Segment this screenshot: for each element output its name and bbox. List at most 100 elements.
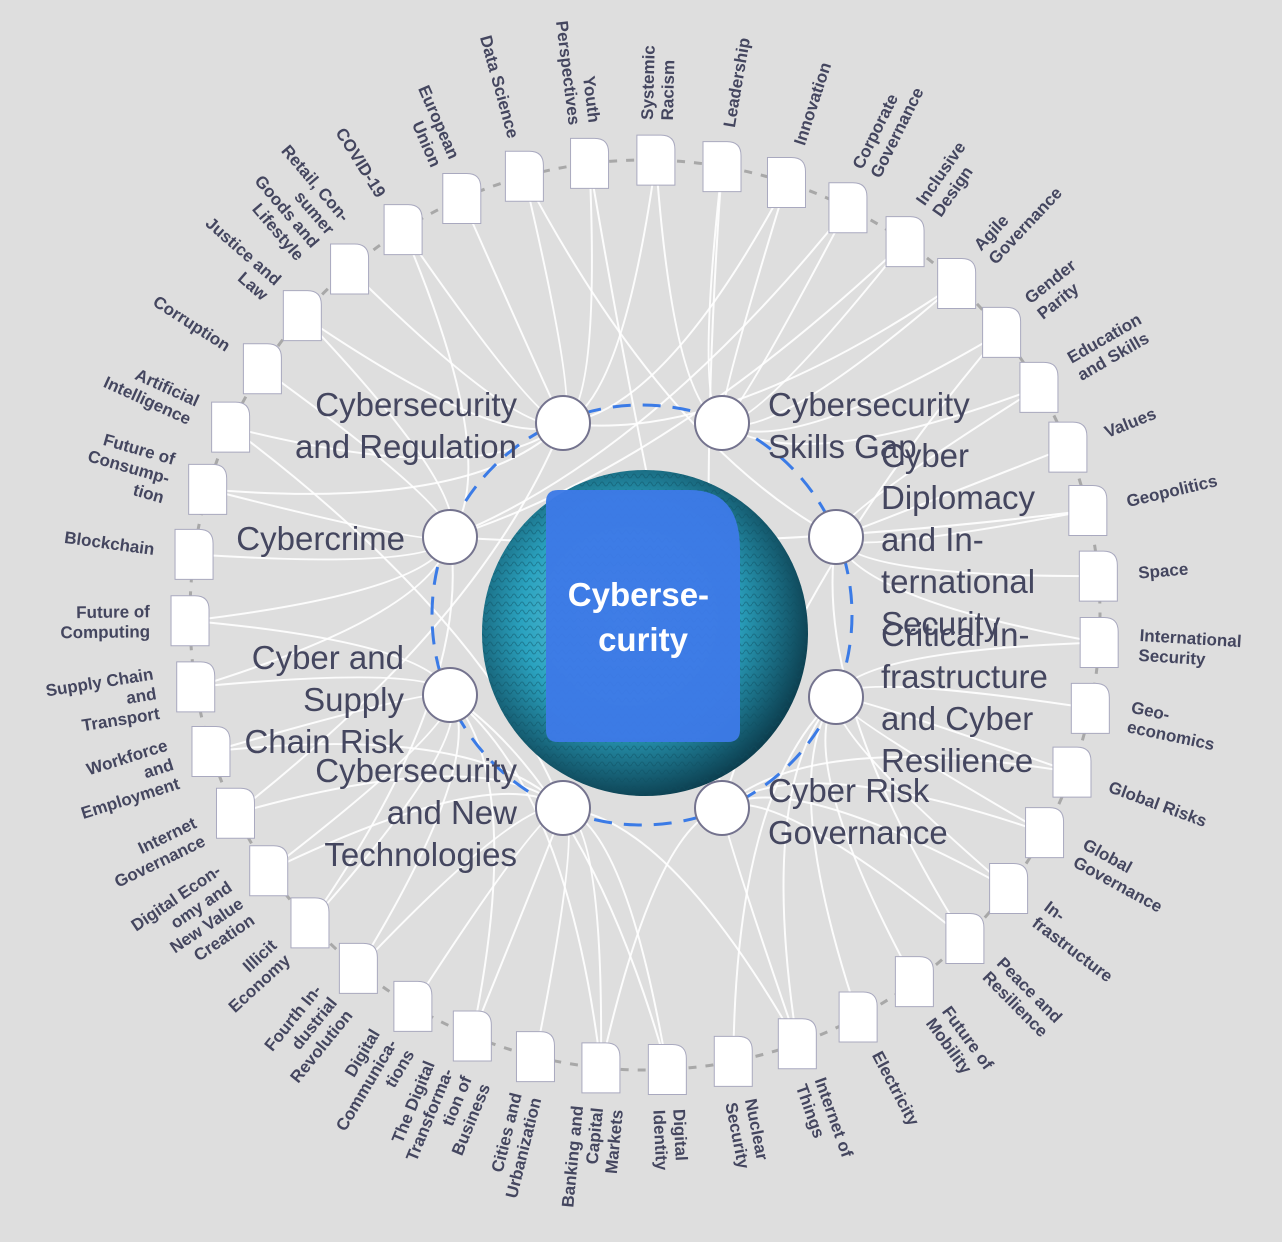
outer-topic[interactable]: InclusiveDesign	[885, 138, 986, 268]
outer-topic[interactable]: CorporateGovernance	[828, 76, 928, 234]
outer-topic[interactable]: Electricity	[838, 991, 923, 1129]
inner-topic[interactable]: Cybercrime	[236, 509, 478, 565]
outer-topic-node[interactable]	[636, 134, 676, 186]
outer-topic-node[interactable]	[982, 306, 1022, 358]
outer-topic-node[interactable]	[937, 257, 977, 309]
outer-topic[interactable]: GlobalGovernance	[1025, 807, 1176, 917]
outer-topic[interactable]: Space	[1078, 550, 1189, 602]
outer-topic-label-line: Future of	[76, 602, 150, 622]
inner-topic[interactable]: Cybersecurity and New Technologies	[315, 752, 591, 873]
outer-topic-node[interactable]	[1078, 550, 1118, 602]
outer-topic-node[interactable]	[766, 157, 806, 209]
inner-topic[interactable]: Cyber Risk Governance	[694, 772, 948, 851]
outer-topic[interactable]: Geo-economics	[1070, 682, 1220, 754]
outer-topic-node[interactable]	[894, 956, 934, 1008]
outer-topic-label: DigitalIdentity	[649, 1108, 691, 1171]
outer-topic-node[interactable]	[702, 141, 742, 193]
outer-topic[interactable]: The DigitalTransforma-tion ofBusiness	[384, 1010, 495, 1179]
outer-topic-label-line: Corruption	[150, 292, 234, 356]
outer-topic-node[interactable]	[581, 1042, 621, 1094]
outer-topic[interactable]: Geopolitics	[1068, 471, 1219, 536]
inner-topic-label-line: and New	[387, 794, 517, 831]
outer-topic-node[interactable]	[1025, 807, 1065, 859]
outer-topic-label: Blockchain	[63, 528, 155, 559]
outer-topic-node[interactable]	[1068, 484, 1108, 536]
outer-topic[interactable]: Global Risks	[1052, 746, 1209, 831]
outer-topic-node[interactable]	[174, 528, 214, 580]
outer-topic-node[interactable]	[777, 1018, 817, 1070]
outer-topic-node[interactable]	[1048, 421, 1088, 473]
outer-topic[interactable]: Future ofComputing	[60, 595, 210, 647]
outer-topic[interactable]: SystemicRacism	[636, 45, 679, 186]
outer-topic[interactable]: InternationalSecurity	[1079, 617, 1242, 672]
outer-topic-node[interactable]	[1079, 617, 1119, 669]
outer-topic[interactable]: Innovation	[766, 60, 835, 209]
outer-topic-node[interactable]	[188, 463, 228, 515]
outer-topic[interactable]: NuclearSecurity	[713, 1035, 773, 1171]
center-topic[interactable]: Cyberse- curity	[480, 470, 810, 800]
outer-topic[interactable]: Banking andCapitalMarkets	[558, 1042, 627, 1212]
outer-topic-node[interactable]	[570, 137, 610, 189]
outer-topic-node[interactable]	[176, 661, 216, 713]
transformation-map: Cyberse- curity Cybersecurity Skills Gap C…	[0, 0, 1282, 1242]
outer-topic-node[interactable]	[828, 182, 868, 234]
outer-topic[interactable]: Values	[1048, 404, 1159, 473]
outer-topic-node[interactable]	[338, 942, 378, 994]
outer-topic[interactable]: Educationand Skills	[1019, 310, 1155, 413]
outer-topic-node[interactable]	[215, 787, 255, 839]
outer-topic-node[interactable]	[1019, 361, 1059, 413]
outer-topic-node[interactable]	[330, 243, 370, 295]
outer-topic-node[interactable]	[504, 150, 544, 202]
inner-topic-node[interactable]	[422, 509, 478, 565]
outer-topic[interactable]: Leadership	[702, 36, 754, 193]
inner-topic-label-line: and Regulation	[295, 428, 517, 465]
inner-topic-node[interactable]	[535, 395, 591, 451]
outer-topic-label-line: Identity	[649, 1109, 671, 1171]
outer-topic[interactable]: WorkforceandEmployment	[67, 726, 231, 823]
outer-topic-node[interactable]	[393, 980, 433, 1032]
outer-topic-node[interactable]	[713, 1035, 753, 1087]
outer-topic-label: Data Science	[476, 33, 522, 140]
outer-topic-node[interactable]	[885, 216, 925, 268]
outer-topic-node[interactable]	[242, 343, 282, 395]
inner-topic-node[interactable]	[694, 780, 750, 836]
outer-topic[interactable]: DigitalIdentity	[647, 1043, 691, 1171]
outer-topic-node[interactable]	[838, 991, 878, 1043]
outer-topic-node[interactable]	[249, 845, 289, 897]
outer-topic[interactable]: YouthPerspectives	[552, 17, 610, 189]
outer-topic[interactable]: Cities andUrbanization	[483, 1031, 555, 1201]
outer-topic-node[interactable]	[945, 913, 985, 965]
outer-topic-node[interactable]	[170, 595, 210, 647]
outer-topic-label: Space	[1137, 559, 1189, 582]
outer-topic-node[interactable]	[282, 290, 322, 342]
outer-topic[interactable]: Blockchain	[63, 528, 214, 580]
outer-topic-node[interactable]	[452, 1010, 492, 1062]
outer-topic[interactable]: GenderParity	[982, 256, 1093, 358]
outer-topic-node[interactable]	[1070, 682, 1110, 734]
outer-topic-node[interactable]	[211, 401, 251, 453]
outer-topic[interactable]: COVID-19	[332, 124, 423, 256]
inner-topic-node[interactable]	[535, 780, 591, 836]
inner-topic-node[interactable]	[808, 509, 864, 565]
inner-topic[interactable]: Cyber Diplomacy and In-ternational Security	[808, 437, 1036, 642]
outer-topic[interactable]: Future ofConsump-tion	[80, 427, 228, 515]
outer-topic-node[interactable]	[383, 204, 423, 256]
outer-topic-label: ArtificialIntelligence	[101, 355, 202, 429]
outer-topic-node[interactable]	[515, 1031, 555, 1083]
inner-topic-node[interactable]	[422, 667, 478, 723]
inner-topic-label: Cyber Risk Governance	[768, 772, 948, 851]
inner-topic-node[interactable]	[808, 669, 864, 725]
inner-topic-node[interactable]	[694, 395, 750, 451]
outer-topic-node[interactable]	[989, 863, 1029, 915]
outer-topic-node[interactable]	[442, 173, 482, 225]
outer-topic[interactable]: Supply ChainandTransport	[44, 661, 216, 740]
center-title-line: Cyberse-	[568, 576, 709, 613]
outer-topic[interactable]: Data Science	[476, 33, 544, 202]
outer-topic-node[interactable]	[647, 1043, 687, 1095]
outer-topic-node[interactable]	[1052, 746, 1092, 798]
outer-topic[interactable]: Future ofMobility	[894, 956, 997, 1086]
outer-topic-node[interactable]	[290, 897, 330, 949]
outer-topic-label-line: Security	[1138, 646, 1207, 669]
outer-topic-node[interactable]	[191, 726, 231, 778]
outer-topic[interactable]: EuropeanUnion	[396, 82, 482, 225]
